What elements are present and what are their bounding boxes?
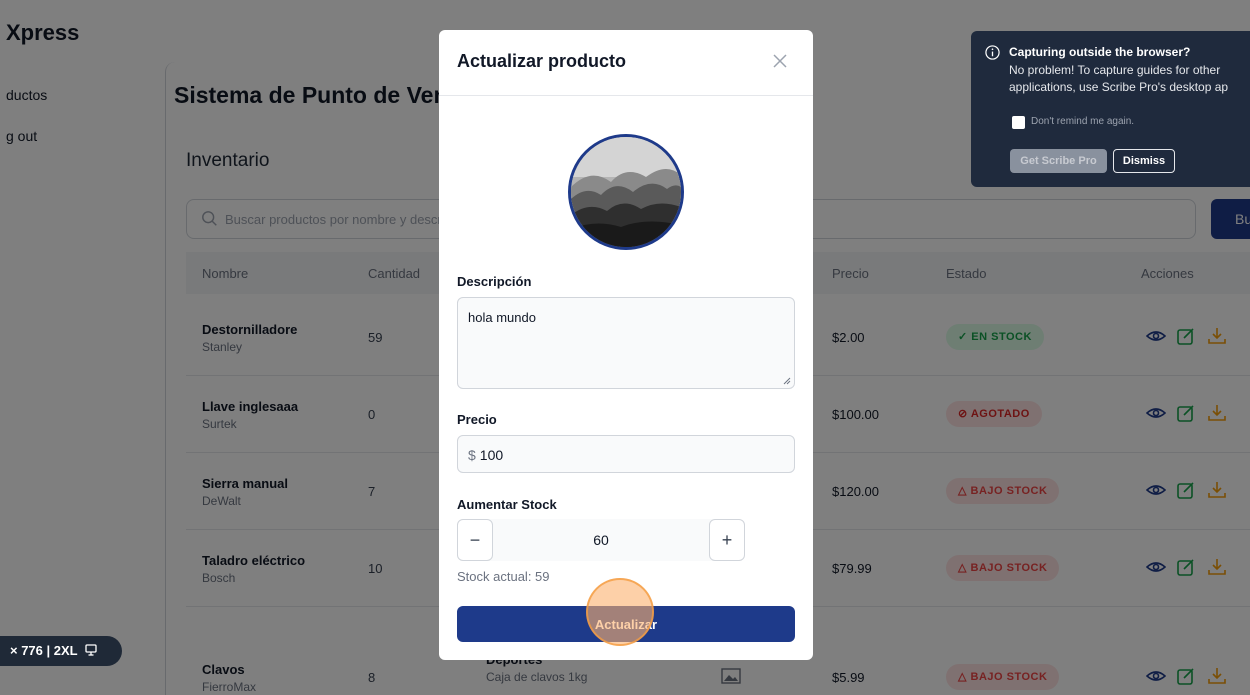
viewport-size-badge: × 776 | 2XL: [0, 636, 122, 666]
close-icon[interactable]: [773, 54, 787, 68]
remind-checkbox-label: Don't remind me again.: [1031, 116, 1135, 127]
click-highlight: [586, 578, 654, 646]
scribe-title: Capturing outside the browser?: [1009, 45, 1191, 59]
dismiss-button[interactable]: Dismiss: [1113, 149, 1175, 173]
resize-handle-icon[interactable]: [783, 377, 791, 385]
price-label: Precio: [457, 412, 497, 427]
description-textarea[interactable]: hola mundo: [457, 297, 795, 389]
update-product-modal: Actualizar producto Descripción hola mun…: [439, 30, 813, 660]
product-image[interactable]: [568, 134, 684, 250]
increment-button[interactable]: +: [709, 519, 745, 561]
current-stock-text: Stock actual: 59: [457, 569, 550, 584]
description-label: Descripción: [457, 274, 532, 289]
remind-checkbox[interactable]: [1012, 116, 1025, 129]
price-input[interactable]: $100: [457, 435, 795, 473]
currency-symbol: $: [468, 447, 476, 463]
forest-mist-image: [571, 137, 681, 247]
modal-title: Actualizar producto: [457, 51, 627, 71]
monitor-icon: [85, 644, 97, 656]
stock-value-input[interactable]: 60: [493, 532, 709, 548]
decrement-button[interactable]: −: [457, 519, 493, 561]
stock-stepper: − 60 +: [457, 519, 745, 561]
price-value: 100: [479, 447, 504, 463]
get-scribe-pro-button[interactable]: Get Scribe Pro: [1010, 149, 1107, 173]
scribe-popup: Capturing outside the browser? No proble…: [971, 31, 1250, 187]
scribe-body: No problem! To capture guides for other …: [1009, 63, 1229, 94]
stock-label: Aumentar Stock: [457, 497, 557, 512]
description-value: hola mundo: [468, 310, 536, 325]
viewport-size-label: × 776 | 2XL: [10, 643, 78, 658]
modal-header: Actualizar producto: [439, 30, 813, 96]
info-icon: [985, 45, 1000, 60]
